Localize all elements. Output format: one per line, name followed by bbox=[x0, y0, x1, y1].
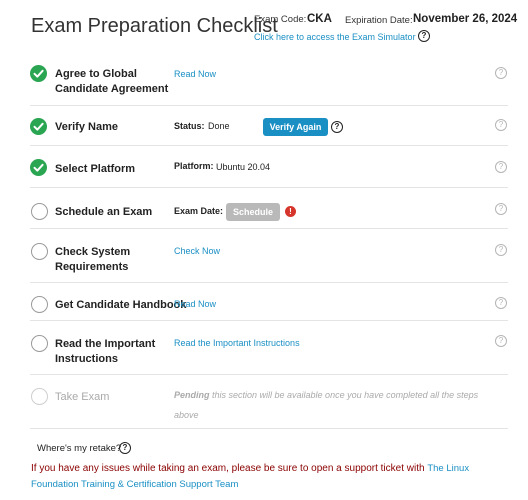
verify-again-button[interactable]: Verify Again bbox=[263, 118, 328, 136]
help-icon[interactable]: ? bbox=[495, 161, 507, 173]
read-agreement-link[interactable]: Read Now bbox=[174, 69, 216, 79]
item-label-important-instructions: Read the Important Instructions bbox=[55, 338, 156, 365]
help-icon[interactable]: ? bbox=[495, 297, 507, 309]
row-divider bbox=[30, 228, 508, 229]
exam-date-label: Exam Date: bbox=[174, 206, 224, 216]
item-label-select-platform: Select Platform bbox=[55, 163, 136, 175]
retake-info-icon[interactable]: ? bbox=[119, 442, 131, 454]
check-now-link[interactable]: Check Now bbox=[174, 246, 220, 256]
row-divider bbox=[30, 187, 508, 188]
exam-code-label: Exam Code: bbox=[254, 14, 307, 25]
help-icon[interactable]: ? bbox=[495, 67, 507, 79]
status-label: Status: bbox=[174, 121, 205, 131]
row-divider bbox=[30, 282, 508, 283]
row-divider bbox=[30, 320, 508, 321]
item-label-take-exam: Take Exam bbox=[55, 391, 110, 403]
incomplete-circle-icon bbox=[31, 203, 48, 220]
item-label-schedule-exam: Schedule an Exam bbox=[55, 206, 153, 218]
help-icon[interactable]: ? bbox=[495, 119, 507, 131]
simulator-info-icon[interactable]: ? bbox=[418, 30, 430, 42]
incomplete-circle-icon bbox=[31, 335, 48, 352]
check-icon bbox=[30, 159, 47, 176]
warning-icon: ! bbox=[285, 206, 296, 217]
important-instructions-link[interactable]: Read the Important Instructions bbox=[174, 338, 300, 348]
help-icon[interactable]: ? bbox=[495, 244, 507, 256]
exam-simulator-link[interactable]: Click here to access the Exam Simulator bbox=[254, 32, 416, 42]
platform-label: Platform: bbox=[174, 161, 214, 171]
help-icon[interactable]: ? bbox=[495, 335, 507, 347]
check-icon bbox=[30, 118, 47, 135]
row-divider bbox=[30, 145, 508, 146]
expiration-date: November 26, 2024 bbox=[413, 13, 518, 25]
check-icon bbox=[30, 65, 47, 82]
take-exam-pending-note: Pending this section will be available o… bbox=[174, 385, 484, 425]
item-label-candidate-handbook: Get Candidate Handbook bbox=[55, 299, 187, 311]
read-handbook-link[interactable]: Read Now bbox=[174, 299, 216, 309]
pending-text: this section will be available once you … bbox=[174, 390, 479, 420]
expiration-label: Expiration Date: bbox=[345, 15, 413, 26]
status-value: Done bbox=[208, 121, 230, 131]
page-title: Exam Preparation Checklist bbox=[31, 15, 278, 37]
help-icon[interactable]: ? bbox=[495, 203, 507, 215]
platform-value: Ubuntu 20.04 bbox=[216, 162, 271, 172]
item-label-verify-name: Verify Name bbox=[55, 121, 118, 133]
disabled-circle-icon bbox=[31, 388, 48, 405]
row-divider bbox=[30, 374, 508, 375]
exam-code-value: CKA bbox=[307, 13, 332, 25]
pending-word: Pending bbox=[174, 390, 210, 400]
row-divider bbox=[30, 105, 508, 106]
incomplete-circle-icon bbox=[31, 296, 48, 313]
retake-label: Where's my retake? bbox=[37, 443, 122, 454]
support-message-text: If you have any issues while taking an e… bbox=[31, 463, 428, 474]
support-message: If you have any issues while taking an e… bbox=[31, 461, 511, 493]
row-divider bbox=[30, 428, 508, 429]
schedule-button[interactable]: Schedule bbox=[226, 203, 280, 221]
incomplete-circle-icon bbox=[31, 243, 48, 260]
item-label-agree-agreement: Agree to Global Candidate Agreement bbox=[55, 68, 169, 95]
item-label-system-requirements: Check System Requirements bbox=[55, 246, 131, 273]
verify-info-icon[interactable]: ? bbox=[331, 121, 343, 133]
